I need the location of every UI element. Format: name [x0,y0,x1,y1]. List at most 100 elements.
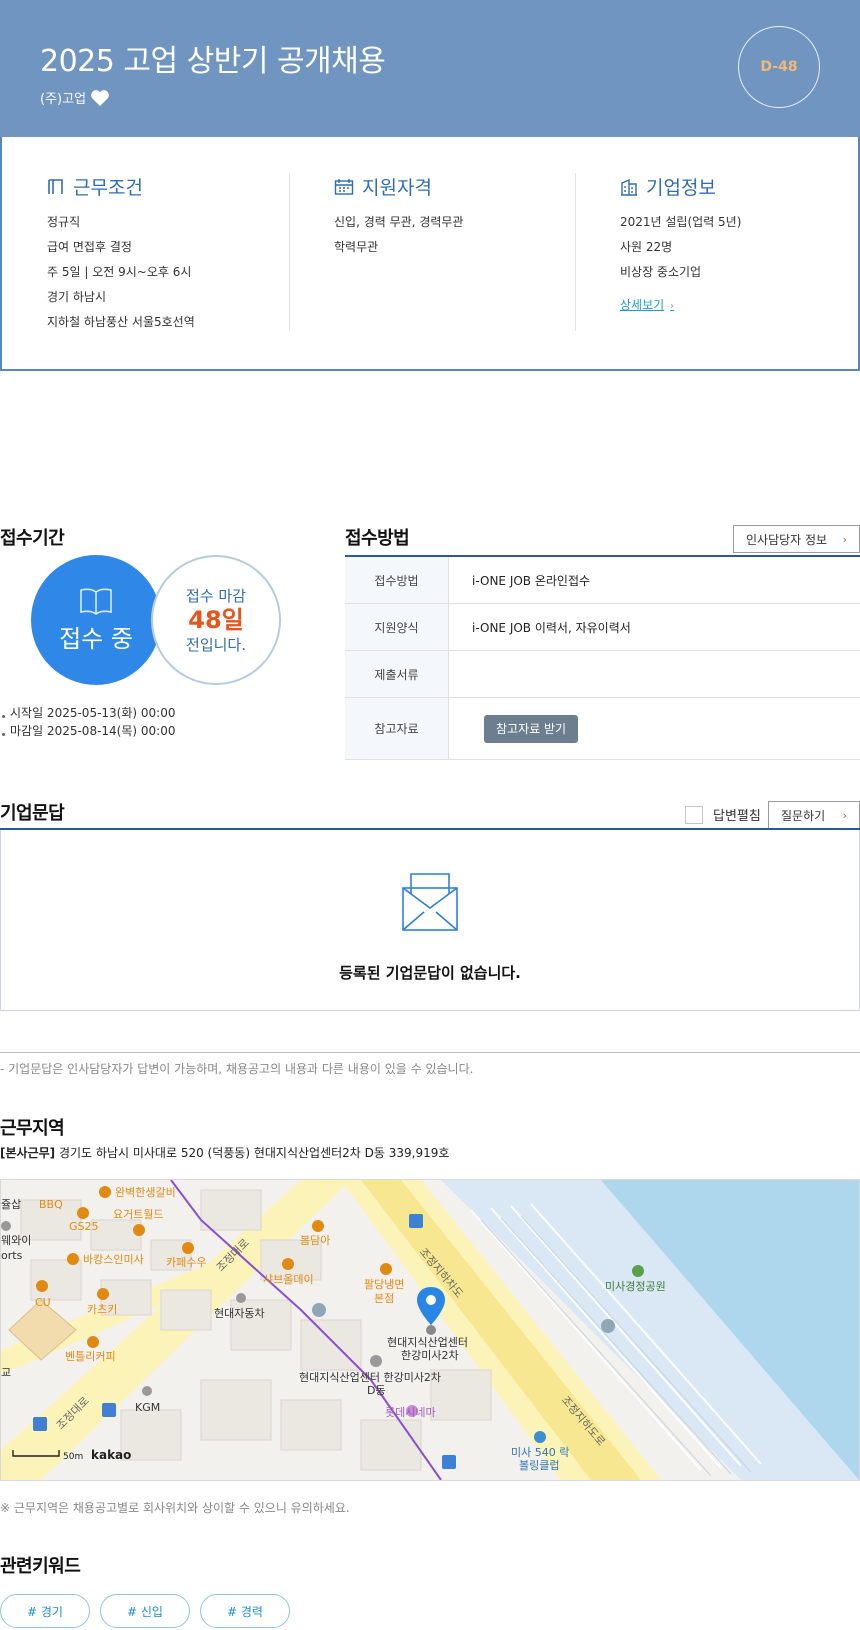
map-label: CU [35,1296,51,1309]
table-row: 제출서류 [345,651,860,698]
deadline-circle: 접수 마감 48일 전입니다. [151,555,281,685]
row-label: 접수방법 [345,557,449,603]
deadline-prefix: 접수 마감 [186,587,246,605]
map-label: 카츠키 [87,1303,117,1316]
chevron-right-icon: › [670,301,675,312]
application-dates: 시작일 2025-05-13(화) 00:00 마감일 2025-08-14(목… [0,704,175,740]
job-summary-box: 근무조건 정규직 급여 면접후 결정 주 5일 | 오전 9시~오후 6시 경기… [0,137,860,371]
keywords-heading: 관련키워드 [0,1556,81,1577]
map-label: GS25 [69,1220,99,1233]
map-label: 바캉스인미사 [83,1253,144,1266]
work-address: [본사근무] 경기도 하남시 미사대로 520 (덕풍동) 현대지식산업센터2차… [0,1144,449,1161]
qa-empty-message: 등록된 기업문답이 없습니다. [339,964,521,982]
open-book-icon [80,588,112,615]
company-info: 기업정보 2021년 설립(업력 5년) 사원 22명 비상장 중소기업 상세보… [620,173,741,313]
calendar-icon [334,178,354,195]
map-label: 봄담아 [300,1234,330,1247]
table-row: 지원양식 i-ONE JOB 이력서, 자유이력서 [345,604,860,651]
building-icon [621,178,637,196]
expand-answers-toggle[interactable]: 답변펼침 [685,805,761,824]
envelope-icon [402,873,458,931]
work-conditions-heading: 근무조건 [47,173,195,200]
row-value: 참고자료 받기 [449,698,860,759]
work-condition-item: 주 5일 | 오전 9시~오후 6시 [47,265,192,279]
days-left: 48일 [188,606,244,634]
map-label: KGM [135,1401,160,1414]
deadline-suffix: 전입니다. [186,636,246,654]
map-label: 볼링클럽 [519,1458,559,1472]
address-text: 경기도 하남시 미사대로 520 (덕풍동) 현대지식산업센터2차 D동 339… [58,1146,450,1160]
job-title: 2025 고업 상반기 공개채용 [40,44,386,79]
map-label: 카페수우 [166,1256,206,1269]
map-brand: kakao [91,1448,131,1462]
note-divider [0,1052,860,1053]
download-reference-button[interactable]: 참고자료 받기 [484,714,579,743]
map-label: BBQ [39,1198,63,1211]
qa-heading: 기업문답 [0,803,65,824]
heart-icon[interactable] [90,89,110,107]
qa-empty-box: 등록된 기업문답이 없습니다. [0,830,860,1011]
map-label: 웨와이 [1,1234,31,1247]
map-label: 요거트월드 [113,1208,164,1221]
column-divider [289,173,290,331]
chevron-right-icon: › [842,808,847,822]
dday-badge: D-48 [738,26,820,108]
row-value: i-ONE JOB 이력서, 자유이력서 [472,620,631,635]
ask-question-button[interactable]: 질문하기 › [768,801,860,829]
map-scale: 50m [63,1452,83,1462]
work-conditions: 근무조건 정규직 급여 면접후 결정 주 5일 | 오전 9시~오후 6시 경기… [47,173,195,335]
qualifications: 지원자격 신입, 경력 무관, 경력무관 학력무관 [334,173,463,260]
map-label: 미사 540 락 [511,1446,569,1459]
company-info-item: 사원 22명 [620,240,673,254]
keyword-tag[interactable]: # 신입 [100,1594,190,1628]
qualifications-heading: 지원자격 [334,173,463,200]
map-label: orts [1,1249,23,1262]
table-row: 접수방법 i-ONE JOB 온라인접수 [345,557,860,604]
row-label: 제출서류 [345,651,449,697]
map-label: 현대자동차 [214,1307,265,1320]
expand-answers-checkbox[interactable] [685,805,703,824]
application-method-table: 접수방법 i-ONE JOB 온라인접수 지원양식 i-ONE JOB 이력서,… [345,555,860,760]
application-method-heading: 접수방법 [345,528,410,549]
location-map[interactable]: 완벽한생갈비 BBQ 요거트월드 GS25 바캉스인미사 카페수우 봄담아 샤브… [0,1179,860,1481]
location-note: ※ 근무지역은 채용공고별로 회사위치와 상이할 수 있으니 유의하세요. [0,1501,350,1515]
map-label: 한강미사2차 [401,1349,459,1362]
map-label: 현대지식산업센터 한강미사2차 [299,1371,441,1384]
bookmark-icon [48,178,63,194]
map-label: 팔당냉면 [364,1278,404,1291]
expand-answers-label: 답변펼침 [713,809,761,824]
map-label: 미사경정공원 [605,1280,666,1293]
row-value: i-ONE JOB 온라인접수 [472,573,591,588]
company-info-item: 2021년 설립(업력 5년) [620,215,742,229]
keyword-list: # 경기 # 신입 # 경력 [0,1594,290,1628]
qualification-item: 신입, 경력 무관, 경력무관 [334,215,464,229]
row-label: 지원양식 [345,604,449,650]
map-label: 교 [1,1366,11,1379]
map-label: 샤브올데이 [263,1273,314,1286]
company-info-heading: 기업정보 [620,173,741,200]
keyword-tag[interactable]: # 경기 [0,1594,90,1628]
table-row: 참고자료 참고자료 받기 [345,698,860,760]
map-label: 본점 [374,1292,394,1305]
application-period-heading: 접수기간 [0,528,65,549]
company-name[interactable]: (주)고업 [40,88,86,107]
map-label: 완벽한생갈비 [115,1185,176,1199]
work-condition-item: 정규직 [47,215,81,229]
end-date: 마감일 2025-08-14(목) 00:00 [0,722,175,740]
map-label: D동 [367,1384,386,1397]
status-circle: 접수 중 [31,555,161,685]
hr-info-button[interactable]: 인사담당자 정보 › [733,525,860,553]
job-header-banner: 2025 고업 상반기 공개채용 (주)고업 D-48 [0,0,860,137]
start-date: 시작일 2025-05-13(화) 00:00 [0,704,175,722]
row-label: 참고자료 [345,698,449,759]
work-condition-item: 지하철 하남풍산 서울5호선역 [47,315,195,329]
map-label: 벤틀리커피 [65,1350,116,1363]
company-name-row: (주)고업 [40,88,110,107]
qualification-item: 학력무관 [334,240,379,254]
column-divider [575,173,576,331]
work-condition-item: 급여 면접후 결정 [47,240,132,254]
status-text: 접수 중 [59,624,133,653]
row-value [449,651,860,697]
keyword-tag[interactable]: # 경력 [200,1594,290,1628]
company-detail-link[interactable]: 상세보기 › [620,296,674,313]
